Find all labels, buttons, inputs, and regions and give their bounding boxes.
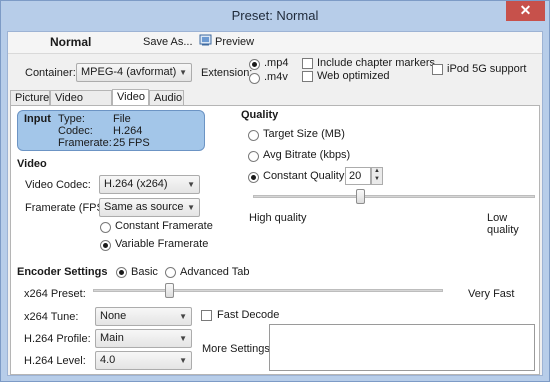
preset-window: Preset: Normal ✕ Normal Save As... Previ… (0, 0, 550, 382)
h264-profile-label: H.264 Profile: (24, 333, 91, 345)
client-area: Normal Save As... Preview Container: MPE… (7, 31, 543, 376)
video-tab-panel: Input Type: File Codec: H.264 Framerate:… (10, 105, 540, 375)
type-label: Type: (58, 113, 85, 125)
x264-preset-label: x264 Preset: (24, 288, 86, 300)
tune-dropdown[interactable]: None ▼ (95, 307, 192, 326)
extension-label: Extension: (201, 67, 253, 79)
container-value: MPEG-4 (avformat) (81, 66, 177, 78)
ext-m4v-label: .m4v (264, 71, 288, 83)
target-size-label: Target Size (MB) (263, 128, 345, 140)
tab-video[interactable]: Video (112, 89, 149, 106)
constant-quality-radio[interactable] (248, 172, 259, 183)
target-size-radio[interactable] (248, 130, 259, 141)
low-quality-label: Low quality (487, 212, 519, 236)
container-label: Container: (25, 67, 76, 79)
ext-mp4-label: .mp4 (264, 57, 289, 69)
h264-level-label: H.264 Level: (24, 355, 86, 367)
web-optimized-label: Web optimized (317, 70, 390, 82)
ext-mp4-radio[interactable] (249, 59, 260, 70)
preview-button[interactable]: Preview (215, 36, 254, 48)
input-heading: Input (24, 113, 51, 125)
tune-value: None (100, 310, 127, 322)
save-as-button[interactable]: Save As... (143, 36, 193, 48)
tab-audio[interactable]: Audio (149, 90, 184, 105)
quality-slider-track[interactable] (253, 195, 535, 198)
constant-framerate-radio[interactable] (100, 222, 111, 233)
level-dropdown[interactable]: 4.0 ▼ (95, 351, 192, 370)
encoder-heading: Encoder Settings (17, 266, 108, 278)
constant-quality-label: Constant Quality (263, 170, 345, 182)
video-heading: Video (17, 158, 47, 170)
high-quality-label: High quality (249, 212, 307, 224)
chevron-down-icon: ▼ (179, 356, 187, 365)
web-optimized-checkbox[interactable] (302, 71, 313, 82)
chapter-markers-checkbox[interactable] (302, 58, 313, 69)
chapter-markers-label: Include chapter markers (317, 57, 435, 69)
framerate-label: Framerate: (58, 137, 112, 149)
framerate-dropdown-value: Same as source (104, 201, 184, 213)
ext-m4v-radio[interactable] (249, 73, 260, 84)
video-codec-label: Video Codec: (25, 179, 91, 191)
ipod-label: iPod 5G support (447, 63, 527, 75)
preset-slider-thumb[interactable] (165, 283, 174, 298)
more-settings-textarea[interactable] (269, 324, 535, 371)
advanced-tab-radio[interactable] (165, 267, 176, 278)
type-value: File (113, 113, 131, 125)
preset-slider-track[interactable] (93, 289, 443, 292)
preset-value: Very Fast (468, 288, 515, 300)
video-codec-dropdown[interactable]: H.264 (x264) ▼ (99, 175, 200, 194)
window-title: Preset: Normal (231, 8, 319, 23)
chevron-down-icon: ▼ (187, 180, 195, 189)
x264-tune-label: x264 Tune: (24, 311, 79, 323)
chevron-down-icon: ▼ (187, 203, 195, 212)
variable-framerate-radio[interactable] (100, 240, 111, 251)
spin-down-icon[interactable]: ▼ (374, 176, 380, 182)
framerate-fps-label: Framerate (FPS): (25, 202, 111, 214)
avg-bitrate-radio[interactable] (248, 151, 259, 162)
basic-label: Basic (131, 266, 158, 278)
basic-radio[interactable] (116, 267, 127, 278)
tab-picture[interactable]: Picture (10, 90, 50, 105)
variable-framerate-label: Variable Framerate (115, 238, 209, 250)
ipod-checkbox[interactable] (432, 64, 443, 75)
video-codec-value: H.264 (x264) (104, 178, 168, 190)
close-icon: ✕ (519, 2, 532, 18)
codec-label: Codec: (58, 125, 93, 137)
avg-bitrate-label: Avg Bitrate (kbps) (263, 149, 351, 161)
title-bar[interactable]: Preset: Normal ✕ (1, 1, 549, 31)
container-dropdown[interactable]: MPEG-4 (avformat) ▼ (76, 63, 192, 82)
framerate-value: 25 FPS (113, 137, 150, 149)
fast-decode-label: Fast Decode (217, 309, 280, 321)
quality-heading: Quality (241, 109, 279, 121)
tab-video-filters[interactable]: Video Filters (50, 90, 112, 116)
quality-slider-thumb[interactable] (356, 189, 365, 204)
rf-value-input[interactable]: 20 (345, 167, 371, 185)
fast-decode-checkbox[interactable] (201, 310, 212, 321)
preview-icon[interactable] (199, 34, 212, 50)
close-button[interactable]: ✕ (506, 1, 545, 21)
profile-dropdown[interactable]: Main ▼ (95, 329, 192, 348)
preset-name: Normal (50, 35, 92, 49)
toolbar: Normal Save As... Preview (8, 32, 542, 54)
advanced-tab-label: Advanced Tab (180, 266, 250, 278)
chevron-down-icon: ▼ (179, 68, 187, 77)
profile-value: Main (100, 332, 124, 344)
framerate-dropdown[interactable]: Same as source ▼ (99, 198, 200, 217)
rf-value: 20 (349, 170, 362, 182)
constant-framerate-label: Constant Framerate (115, 220, 213, 232)
more-settings-label: More Settings: (202, 343, 273, 355)
codec-value: H.264 (113, 125, 143, 137)
input-info-box: Input Type: File Codec: H.264 Framerate:… (17, 110, 205, 151)
chevron-down-icon: ▼ (179, 334, 187, 343)
level-value: 4.0 (100, 354, 116, 366)
spin-up-icon[interactable]: ▲ (374, 168, 380, 174)
rf-spinner[interactable]: ▲ ▼ (371, 167, 383, 185)
chevron-down-icon: ▼ (179, 312, 187, 321)
